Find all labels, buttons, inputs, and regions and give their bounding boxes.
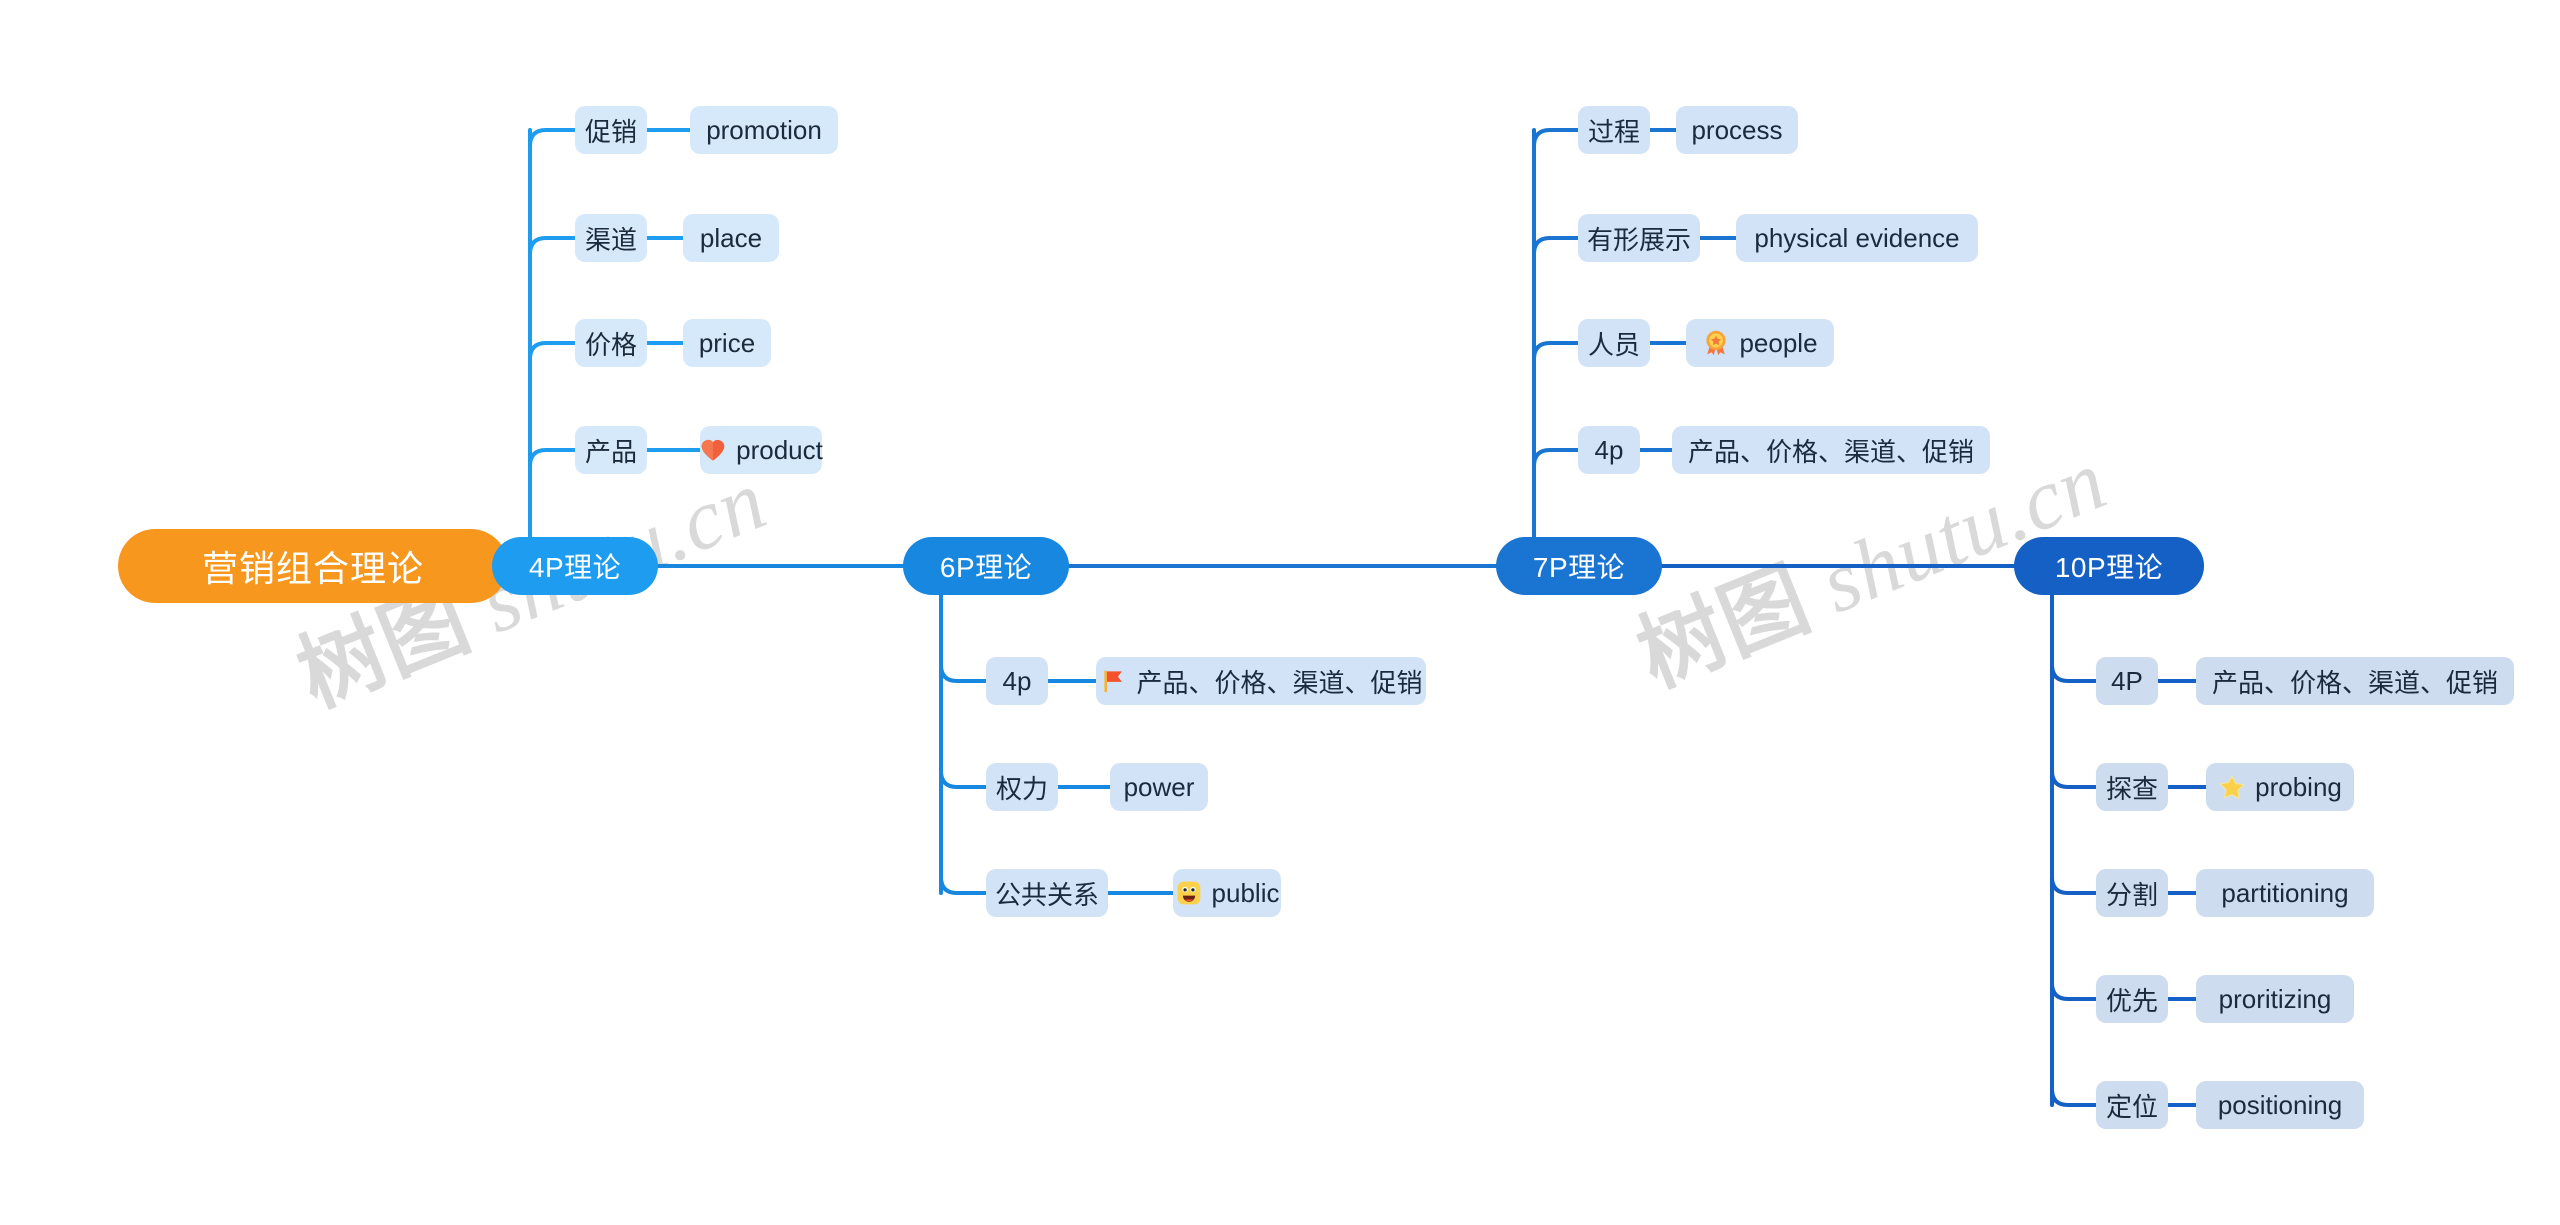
leaf-key-label: 分割: [2106, 879, 2159, 910]
leaf-key-node[interactable]: 产品: [575, 426, 647, 474]
leaf-value-label: probing: [2255, 771, 2342, 802]
leaf-key-label: 渠道: [585, 224, 638, 255]
leaf-key-label: 人员: [1588, 329, 1641, 360]
leaf-key-node[interactable]: 4p: [986, 657, 1048, 705]
branch-label: 4P理论: [528, 552, 622, 583]
leaf-value-node[interactable]: positioning: [2196, 1081, 2364, 1129]
leaf-value-node[interactable]: partitioning: [2196, 869, 2374, 917]
leaf-key-node[interactable]: 定位: [2096, 1081, 2168, 1129]
leaf-key-node[interactable]: 探查: [2096, 763, 2168, 811]
leaf-value-node[interactable]: 产品、价格、渠道、促销: [1096, 657, 1426, 705]
leaf-value-label: place: [699, 222, 763, 253]
branch-node-4p[interactable]: 4P理论: [492, 537, 658, 595]
leaf-value-node[interactable]: product: [699, 426, 823, 474]
heart-emoji: [699, 436, 727, 464]
leaf-key-label: 促销: [585, 116, 638, 147]
leaf-value-node[interactable]: place: [683, 214, 779, 262]
leaf-value-node[interactable]: 产品、价格、渠道、促销: [1672, 426, 1990, 474]
leaf-key-node[interactable]: 有形展示: [1578, 214, 1700, 262]
leaf-key-node[interactable]: 4P: [2096, 657, 2158, 705]
leaf-key-label: 定位: [2106, 1091, 2159, 1122]
smiling-face-emoji: [1175, 879, 1203, 907]
mindmap-canvas: 树图 shutu.cn 树图 shutu.cn 营销组合理论4P理论促销prom…: [0, 0, 2560, 1225]
leaf-value-node[interactable]: probing: [2206, 763, 2354, 811]
leaf-value-label: 产品、价格、渠道、促销: [1136, 667, 1423, 698]
leaf-key-node[interactable]: 公共关系: [986, 869, 1108, 917]
leaf-value-label: public: [1211, 877, 1280, 908]
root-node[interactable]: 营销组合理论: [118, 529, 508, 603]
leaf-value-node[interactable]: people: [1686, 319, 1834, 367]
branch-label: 10P理论: [2054, 552, 2164, 583]
root-label: 营销组合理论: [201, 548, 424, 589]
leaf-value-node[interactable]: public: [1173, 869, 1281, 917]
leaf-value-label: power: [1123, 771, 1195, 802]
leaf-key-node[interactable]: 优先: [2096, 975, 2168, 1023]
leaf-key-label: 权力: [996, 773, 1049, 804]
leaf-value-label: physical evidence: [1754, 222, 1960, 253]
leaf-key-node[interactable]: 4p: [1578, 426, 1640, 474]
leaf-value-node[interactable]: power: [1110, 763, 1208, 811]
leaf-key-node[interactable]: 过程: [1578, 106, 1650, 154]
leaf-key-label: 过程: [1588, 116, 1641, 147]
leaf-value-label: 产品、价格、渠道、促销: [1687, 436, 1974, 467]
branch-label: 7P理论: [1532, 552, 1626, 583]
leaf-value-node[interactable]: physical evidence: [1736, 214, 1978, 262]
flag-emoji: [1100, 667, 1128, 695]
leaf-value-node[interactable]: process: [1676, 106, 1798, 154]
leaf-value-label: partitioning: [2221, 877, 2349, 908]
leaf-value-label: proritizing: [2218, 983, 2332, 1014]
leaf-key-node[interactable]: 人员: [1578, 319, 1650, 367]
leaf-value-label: process: [1691, 114, 1783, 145]
leaf-value-label: promotion: [706, 114, 822, 145]
leaf-value-node[interactable]: proritizing: [2196, 975, 2354, 1023]
leaf-value-label: 产品、价格、渠道、促销: [2211, 667, 2498, 698]
branch-node-10p[interactable]: 10P理论: [2014, 537, 2204, 595]
leaf-key-node[interactable]: 分割: [2096, 869, 2168, 917]
leaf-value-label: price: [698, 327, 756, 358]
node-layer: 营销组合理论 4P理论 促销 promotion 渠道 place 价格 price 产品 pr…: [0, 0, 2560, 1225]
leaf-value-node[interactable]: price: [683, 319, 771, 367]
leaf-key-label: 公共关系: [995, 879, 1100, 910]
leaf-key-label: 4p: [1594, 434, 1624, 465]
star-emoji: [2218, 773, 2246, 801]
branch-label: 6P理论: [939, 552, 1033, 583]
leaf-value-label: product: [736, 434, 823, 465]
leaf-key-node[interactable]: 权力: [986, 763, 1058, 811]
leaf-key-label: 价格: [585, 329, 638, 360]
leaf-key-node[interactable]: 促销: [575, 106, 647, 154]
leaf-key-label: 优先: [2106, 985, 2159, 1016]
leaf-key-label: 4p: [1002, 665, 1032, 696]
branch-node-7p[interactable]: 7P理论: [1496, 537, 1662, 595]
leaf-value-label: positioning: [2217, 1089, 2343, 1120]
rosette-emoji: [1702, 329, 1730, 357]
leaf-key-node[interactable]: 渠道: [575, 214, 647, 262]
leaf-key-node[interactable]: 价格: [575, 319, 647, 367]
leaf-value-node[interactable]: 产品、价格、渠道、促销: [2196, 657, 2514, 705]
leaf-value-label: people: [1739, 327, 1818, 358]
branch-node-6p[interactable]: 6P理论: [903, 537, 1069, 595]
leaf-key-label: 探查: [2106, 773, 2159, 804]
leaf-key-label: 4P: [2111, 665, 2143, 696]
leaf-key-label: 有形展示: [1587, 224, 1692, 255]
leaf-key-label: 产品: [585, 436, 638, 467]
leaf-value-node[interactable]: promotion: [690, 106, 838, 154]
